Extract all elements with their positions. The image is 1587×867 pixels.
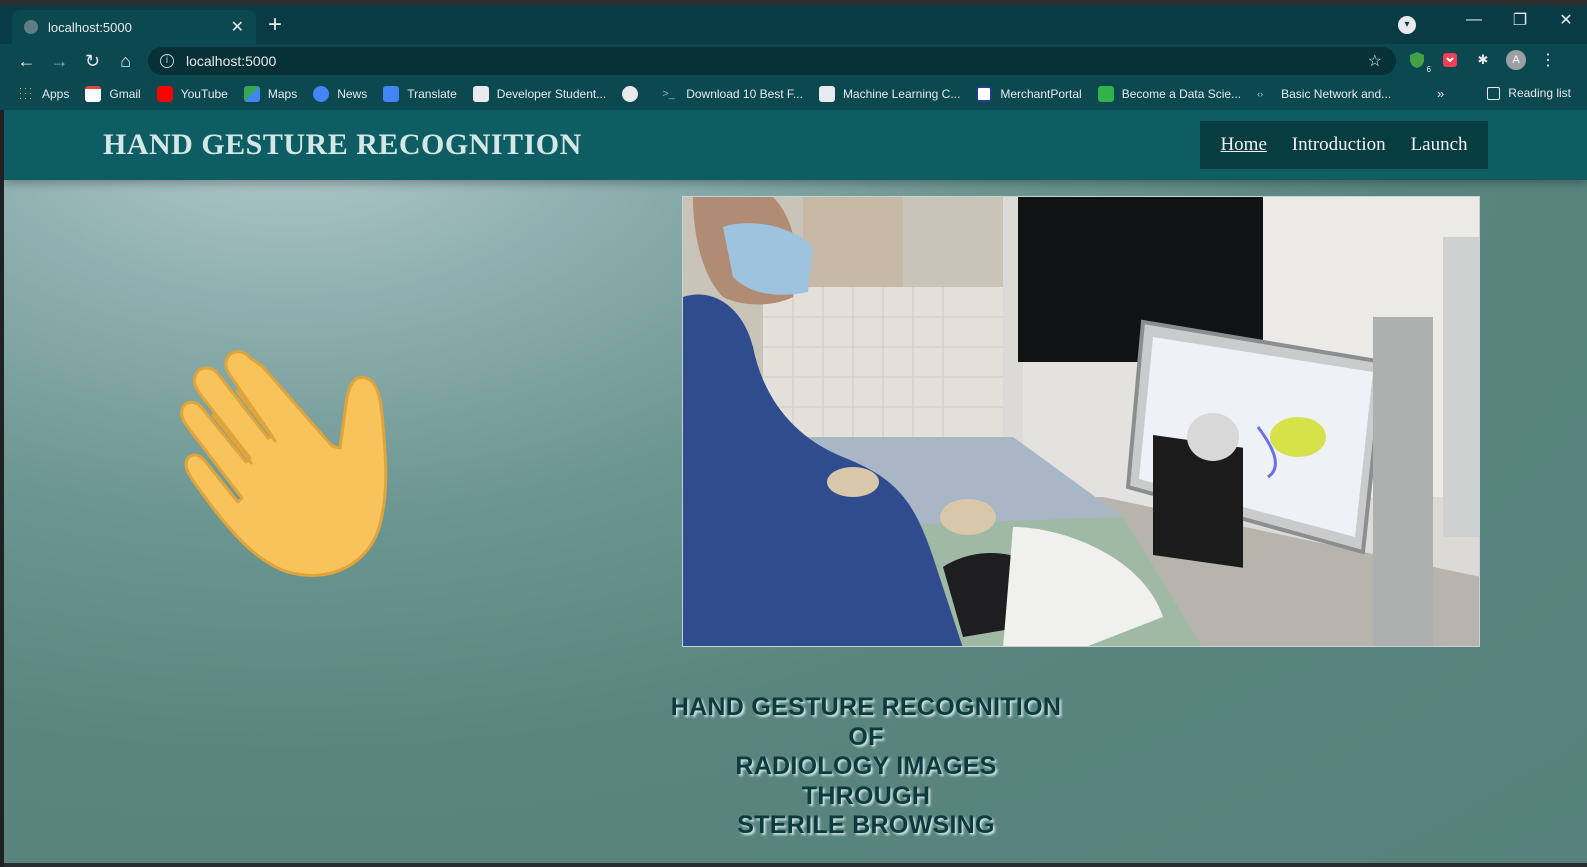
- tab-close-icon[interactable]: ✕: [231, 17, 244, 37]
- menu-kebab-icon[interactable]: ⋮: [1538, 50, 1558, 70]
- merchant-icon: [976, 86, 993, 102]
- url-text: localhost:5000: [186, 53, 277, 69]
- bookmark-news[interactable]: News: [313, 86, 367, 102]
- window-controls: — ❐ ✕: [1465, 10, 1575, 30]
- terminal-icon: >_: [662, 88, 675, 100]
- project-caption: HAND GESTURE RECOGNITION OF RADIOLOGY IM…: [566, 693, 1166, 841]
- bookmark-basic-network[interactable]: ‹› Basic Network and...: [1257, 86, 1391, 102]
- globe-icon: [622, 86, 639, 102]
- network-icon: ‹›: [1257, 89, 1264, 99]
- tab-strip: localhost:5000 ✕ + ▾ — ❐ ✕: [0, 0, 1587, 44]
- window-close-icon[interactable]: ✕: [1557, 10, 1575, 30]
- news-icon: [313, 86, 330, 102]
- address-bar[interactable]: i localhost:5000 ☆: [148, 47, 1396, 75]
- gmail-icon: [85, 86, 102, 102]
- bookmarks-bar: Apps Gmail YouTube Maps News Translate D…: [0, 78, 1587, 110]
- reload-icon[interactable]: ↻: [76, 51, 109, 72]
- nav-introduction-link[interactable]: Introduction: [1292, 134, 1386, 156]
- surgery-video-image: [682, 196, 1480, 647]
- pocket-extension-icon[interactable]: [1440, 50, 1460, 70]
- waving-hand-icon: [180, 350, 388, 577]
- extension-badge: 6: [1426, 65, 1431, 74]
- restore-icon[interactable]: ❐: [1511, 10, 1529, 30]
- data-science-icon: [1097, 86, 1114, 102]
- maps-icon: [243, 86, 260, 102]
- caption-line: HAND GESTURE RECOGNITION: [670, 693, 1062, 721]
- bookmark-maps[interactable]: Maps: [243, 86, 297, 102]
- nav-home-link[interactable]: Home: [1220, 134, 1266, 156]
- reading-list-button[interactable]: Reading list: [1487, 86, 1571, 100]
- apps-grid-icon: [18, 86, 34, 102]
- forward-icon[interactable]: →: [43, 51, 76, 72]
- site-title: HAND GESTURE RECOGNITION: [103, 128, 582, 161]
- page-body: HAND GESTURE RECOGNITION Home Introducti…: [4, 110, 1587, 867]
- bookmark-data-science[interactable]: Become a Data Scie...: [1097, 86, 1241, 102]
- profile-avatar[interactable]: A: [1506, 50, 1526, 70]
- globe-favicon-icon: [24, 20, 38, 34]
- main-nav: Home Introduction Launch: [1200, 121, 1488, 169]
- caption-line: THROUGH: [801, 781, 931, 810]
- caption-line: OF: [848, 722, 884, 751]
- bookmark-star-icon[interactable]: ☆: [1368, 51, 1382, 71]
- bookmark-translate[interactable]: Translate: [383, 86, 457, 102]
- reading-list-icon: [1487, 86, 1501, 100]
- site-header: HAND GESTURE RECOGNITION Home Introducti…: [4, 110, 1587, 180]
- bookmark-machine-learning[interactable]: Machine Learning C...: [818, 86, 960, 102]
- new-tab-button[interactable]: +: [268, 12, 282, 38]
- code-icon: [818, 86, 835, 102]
- caption-line: STERILE BROWSING: [737, 811, 995, 839]
- tab-title: localhost:5000: [48, 19, 132, 35]
- caption-line: RADIOLOGY IMAGES: [735, 752, 997, 780]
- extensions-puzzle-icon[interactable]: ✱: [1473, 50, 1493, 70]
- bookmark-apps[interactable]: Apps: [18, 86, 69, 102]
- bookmarks-overflow-icon[interactable]: »: [1437, 86, 1444, 101]
- dev-icon: [472, 86, 489, 102]
- tab-search-icon[interactable]: ▾: [1398, 16, 1416, 34]
- bookmark-youtube[interactable]: YouTube: [156, 86, 228, 102]
- browser-toolbar: ← → ↻ ⌂ i localhost:5000 ☆ 6 ✱ A ⋮: [0, 44, 1587, 78]
- back-icon[interactable]: ←: [10, 51, 43, 72]
- home-icon[interactable]: ⌂: [109, 51, 142, 72]
- youtube-icon: [156, 86, 173, 102]
- bookmark-gmail[interactable]: Gmail: [85, 86, 141, 102]
- site-info-icon[interactable]: i: [160, 54, 174, 68]
- bookmark-developer-student[interactable]: Developer Student...: [472, 86, 606, 102]
- shield-extension-icon[interactable]: 6: [1407, 50, 1431, 74]
- bookmark-globe[interactable]: [622, 86, 646, 102]
- bookmark-download-best[interactable]: >_ Download 10 Best F...: [662, 86, 803, 102]
- bookmark-merchant-portal[interactable]: MerchantPortal: [976, 86, 1082, 102]
- nav-launch-link[interactable]: Launch: [1411, 134, 1468, 156]
- minimize-icon[interactable]: —: [1465, 11, 1483, 29]
- browser-tab[interactable]: localhost:5000 ✕: [12, 10, 256, 44]
- translate-icon: [383, 86, 400, 102]
